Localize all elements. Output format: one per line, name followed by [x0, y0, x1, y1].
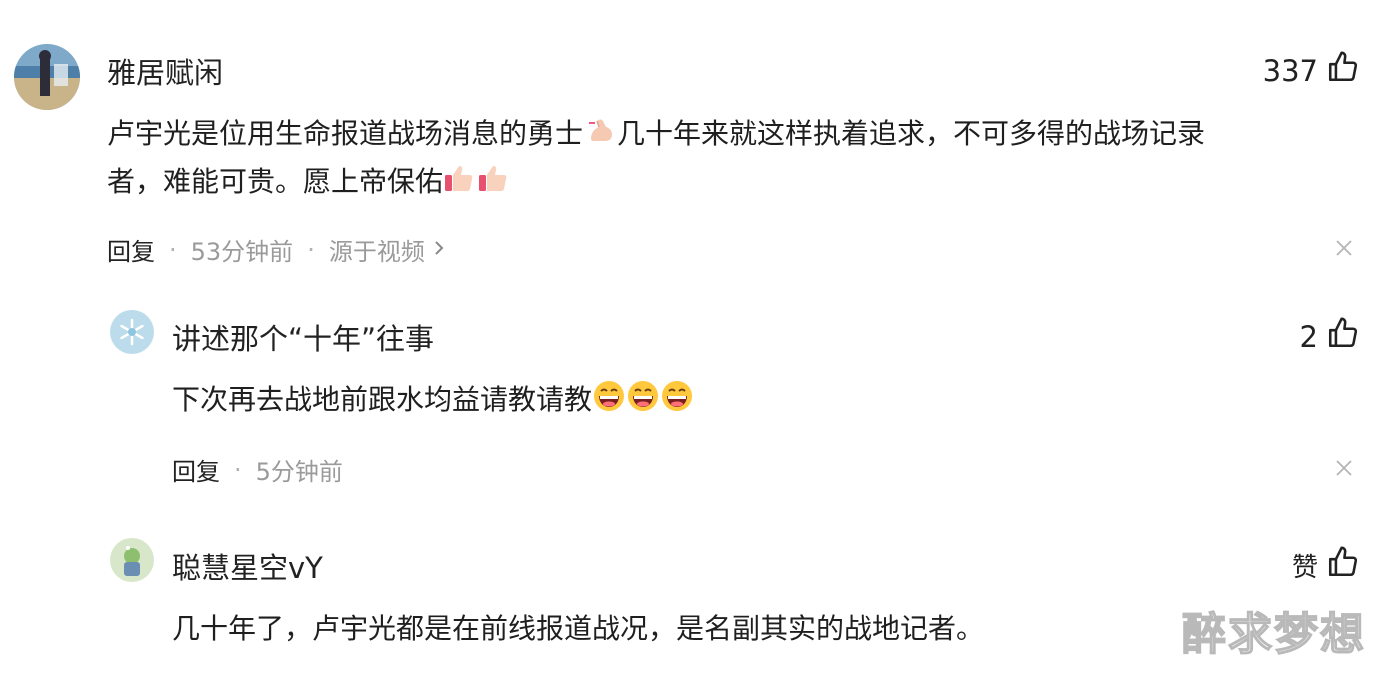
- close-icon[interactable]: [1334, 238, 1354, 258]
- grinning-face-emoji: [660, 379, 694, 413]
- like-button[interactable]: 赞: [1292, 545, 1360, 586]
- comment-text: 下次再去战地前跟水均益请教请教: [172, 376, 694, 424]
- avatar[interactable]: [110, 538, 154, 582]
- grinning-face-emoji: [592, 379, 626, 413]
- separator-dot: ·: [234, 455, 242, 484]
- username[interactable]: 讲述那个“十年”往事: [172, 316, 434, 358]
- like-count: 2: [1299, 319, 1318, 354]
- reply-button[interactable]: 回复: [107, 232, 155, 267]
- separator-dot: ·: [307, 235, 315, 264]
- username[interactable]: 聪慧星空vY: [172, 545, 323, 587]
- comment-meta: 回复 · 53分钟前 · 源于视频: [107, 232, 447, 267]
- watermark: 醉求梦想: [1181, 608, 1366, 661]
- comment-text: 卢宇光是位用生命报道战场消息的勇士 几十年来就这样执着追求，不可多得的战场记录: [107, 110, 1205, 158]
- like-button[interactable]: 2: [1300, 316, 1360, 357]
- reply-button[interactable]: 回复: [172, 452, 220, 487]
- flexed-biceps-emoji: [583, 113, 617, 147]
- grinning-face-emoji: [626, 379, 660, 413]
- comment-meta: 回复 · 5分钟前: [172, 452, 343, 487]
- thumbs-up-emoji: [443, 161, 477, 195]
- like-label: 赞: [1291, 553, 1318, 583]
- avatar[interactable]: [110, 310, 154, 354]
- chevron-right-icon: [431, 236, 447, 264]
- username[interactable]: 雅居赋闲: [107, 50, 223, 92]
- timestamp: 5分钟前: [255, 458, 343, 486]
- thumbs-up-icon: [1326, 545, 1360, 586]
- like-button[interactable]: 337: [1263, 50, 1360, 91]
- close-icon[interactable]: [1334, 458, 1354, 478]
- thumbs-up-emoji: [477, 161, 511, 195]
- like-count: 337: [1262, 53, 1318, 88]
- source-link[interactable]: 源于视频: [329, 232, 447, 267]
- avatar[interactable]: [14, 44, 80, 110]
- comment-text: 几十年了，卢宇光都是在前线报道战况，是名副其实的战地记者。: [172, 612, 985, 645]
- thumbs-up-icon: [1326, 50, 1360, 91]
- timestamp: 53分钟前: [190, 238, 294, 266]
- comment-text-line: 者，难能可贵。愿上帝保佑: [107, 158, 511, 206]
- thumbs-up-icon: [1326, 316, 1360, 357]
- separator-dot: ·: [169, 235, 177, 264]
